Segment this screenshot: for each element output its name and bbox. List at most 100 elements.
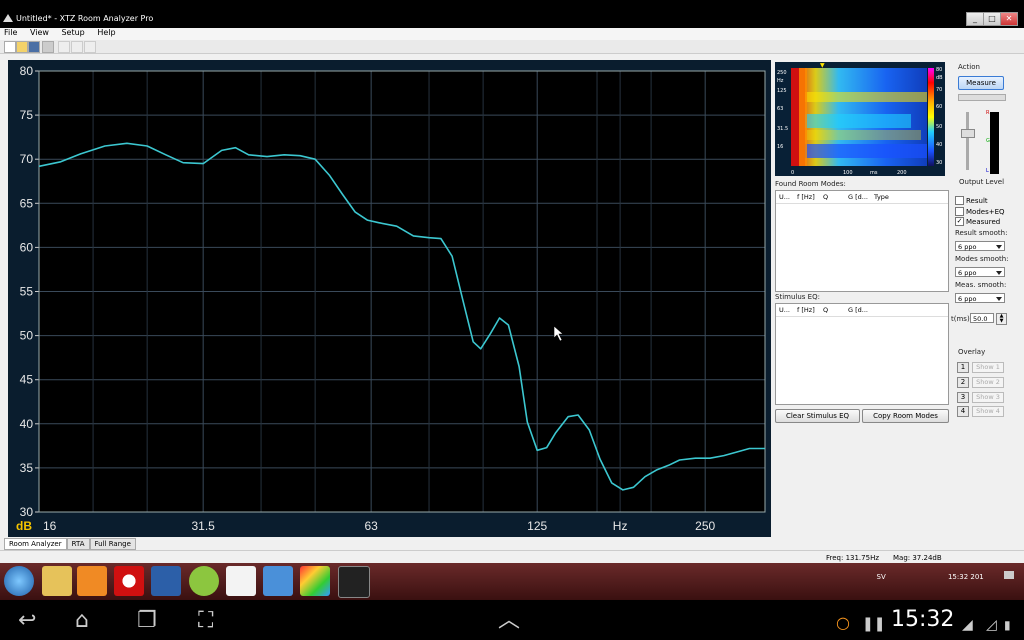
close-button[interactable]: ✕ xyxy=(1000,12,1018,26)
dsp-icon[interactable] xyxy=(151,566,181,596)
y-tick-label: 75 xyxy=(20,108,34,122)
tab-full-range[interactable]: Full Range xyxy=(89,538,136,550)
maximize-button[interactable]: □ xyxy=(983,12,1001,26)
chevron-down-icon xyxy=(996,245,1002,249)
media-player-icon[interactable] xyxy=(77,566,107,596)
meter-r-icon: R xyxy=(986,110,990,116)
copy-room-modes-button[interactable]: Copy Room Modes xyxy=(862,409,949,423)
app-tiles-icon[interactable] xyxy=(300,566,330,596)
meas-smooth-label: Meas. smooth: xyxy=(955,281,1007,289)
modes-eq-checkbox[interactable]: Modes+EQ xyxy=(955,207,1005,216)
modes-smooth-value: 6 ppo xyxy=(958,269,977,277)
spectro-y-250: 250 xyxy=(777,70,787,76)
open-icon[interactable] xyxy=(16,41,28,53)
meas-smooth-select[interactable]: 6 ppo xyxy=(955,293,1005,303)
level-meter xyxy=(990,112,999,174)
spectro-scale-60: 60 xyxy=(936,104,942,110)
tray-time[interactable]: 15:32 xyxy=(948,573,968,581)
xtz-icon[interactable] xyxy=(338,566,370,598)
overlay-4-button[interactable]: 4 xyxy=(957,406,969,417)
eq-col-f[interactable]: f [Hz] xyxy=(797,306,815,314)
menu-setup[interactable]: Setup xyxy=(61,28,84,37)
modes-col-g[interactable]: G [d... xyxy=(848,193,868,201)
menu-help[interactable]: Help xyxy=(97,28,115,37)
show-1-button[interactable]: Show 1 xyxy=(972,362,1004,373)
pause-icon[interactable]: ❚❚ xyxy=(862,613,885,635)
measured-checkbox[interactable]: ✓ Measured xyxy=(955,217,1000,226)
show-2-button[interactable]: Show 2 xyxy=(972,377,1004,388)
title-bar: Untitled* - XTZ Room Analyzer Pro _ □ ✕ xyxy=(0,0,1024,28)
calculator-icon[interactable] xyxy=(226,566,256,596)
tab-rta[interactable]: RTA xyxy=(66,538,90,550)
spectro-y-63: 63 xyxy=(777,106,783,112)
back-icon[interactable]: ↩ xyxy=(18,610,36,632)
spotify-icon[interactable] xyxy=(189,566,219,596)
modes-smooth-select[interactable]: 6 ppo xyxy=(955,267,1005,277)
result-checkbox-box[interactable] xyxy=(955,196,964,205)
opera-icon[interactable] xyxy=(114,566,144,596)
save-icon[interactable] xyxy=(28,41,40,53)
pair-icon-2[interactable] xyxy=(71,41,83,53)
show-4-button[interactable]: Show 4 xyxy=(972,406,1004,417)
found-modes-list[interactable]: U... f [Hz] Q G [d... Type xyxy=(775,190,949,292)
modes-col-type[interactable]: Type xyxy=(874,193,889,201)
pair-icon-1[interactable] xyxy=(58,41,70,53)
t-ms-label: t(ms) xyxy=(951,315,970,323)
stimulus-eq-list[interactable]: U... f [Hz] Q G [d... xyxy=(775,303,949,405)
app-window: Untitled* - XTZ Room Analyzer Pro _ □ ✕ … xyxy=(0,0,1024,600)
modes-eq-checkbox-box[interactable] xyxy=(955,207,964,216)
status-mag: Mag: 37.24dB xyxy=(893,554,942,562)
measured-checkbox-box[interactable]: ✓ xyxy=(955,217,964,226)
menu-view[interactable]: View xyxy=(30,28,49,37)
wifi-icon: ◢ xyxy=(962,617,973,633)
result-checkbox[interactable]: Result xyxy=(955,196,988,205)
new-icon[interactable] xyxy=(4,41,16,53)
menu-bar: File View Setup Help xyxy=(0,28,1024,40)
tray-language[interactable]: SV xyxy=(877,573,886,581)
overlay-3-button[interactable]: 3 xyxy=(957,392,969,403)
overlay-1-button[interactable]: 1 xyxy=(957,362,969,373)
modes-col-q[interactable]: Q xyxy=(823,193,828,201)
result-smooth-value: 6 ppo xyxy=(958,243,977,251)
show-3-button[interactable]: Show 3 xyxy=(972,392,1004,403)
measure-button[interactable]: Measure xyxy=(958,76,1004,90)
battery-icon: ▮ xyxy=(1004,618,1011,632)
eq-col-g[interactable]: G [d... xyxy=(848,306,868,314)
result-checkbox-label: Result xyxy=(966,196,988,205)
modes-col-u[interactable]: U... xyxy=(779,193,790,201)
ie-icon[interactable] xyxy=(263,566,293,596)
y-axis-label: dB xyxy=(16,519,32,533)
explorer-icon[interactable] xyxy=(42,566,72,596)
tab-room-analyzer[interactable]: Room Analyzer xyxy=(4,538,67,550)
y-tick-label: 60 xyxy=(20,240,34,254)
system-tray: SV 15:32 201 xyxy=(877,571,1014,581)
overlay-2-button[interactable]: 2 xyxy=(957,377,969,388)
notification-circle-icon[interactable]: ○ xyxy=(836,612,850,634)
minimize-button[interactable]: _ xyxy=(966,12,984,26)
window-title: Untitled* - XTZ Room Analyzer Pro xyxy=(16,14,154,23)
pair-icon-3[interactable] xyxy=(84,41,96,53)
home-icon[interactable]: ⌂ xyxy=(75,610,89,632)
chevron-up-icon[interactable]: ︿ xyxy=(498,610,520,632)
result-smooth-select[interactable]: 6 ppo xyxy=(955,241,1005,251)
screenshot-icon[interactable]: ⛶ xyxy=(198,610,213,632)
print-icon[interactable] xyxy=(42,41,54,53)
app-logo-icon xyxy=(3,14,13,22)
keyboard-icon[interactable] xyxy=(1004,571,1014,579)
spectro-y-hz: Hz xyxy=(777,78,784,84)
overlay-row-4: 4 Show 4 xyxy=(957,406,1004,417)
eq-col-q[interactable]: Q xyxy=(823,306,828,314)
spectrogram[interactable]: ▼ 250 Hz 125 63 31.5 16 0 100 ms 200 80 … xyxy=(775,62,945,176)
spectro-x-ms: ms xyxy=(870,170,878,176)
frequency-response-chart[interactable]: 30 35 40 45 50 55 60 65 70 75 80 16 31.5 63 125 Hz 250 dB xyxy=(8,60,771,537)
start-icon[interactable] xyxy=(4,566,34,596)
eq-col-u[interactable]: U... xyxy=(779,306,790,314)
recent-apps-icon[interactable]: ❐ xyxy=(137,610,157,632)
clear-stimulus-eq-button[interactable]: Clear Stimulus EQ xyxy=(775,409,860,423)
t-ms-spinner[interactable]: ▲ ▼ xyxy=(996,313,1007,325)
output-level-slider[interactable] xyxy=(961,129,975,138)
spectro-y-16: 16 xyxy=(777,144,783,150)
modes-col-f[interactable]: f [Hz] xyxy=(797,193,815,201)
menu-file[interactable]: File xyxy=(4,28,17,37)
t-ms-input[interactable]: 50.0 xyxy=(970,313,994,323)
